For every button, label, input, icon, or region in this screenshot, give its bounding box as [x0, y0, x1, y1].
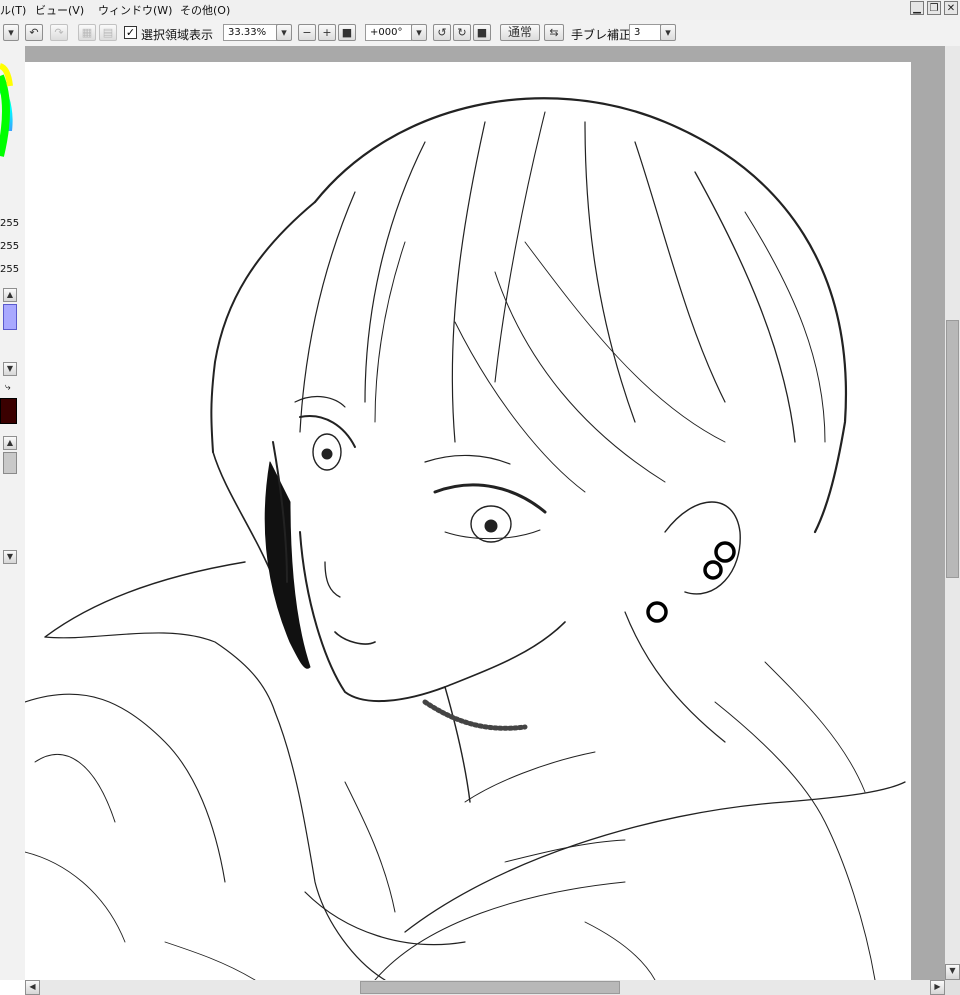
flip-icon: ⇆	[549, 26, 559, 39]
rotate-right-button[interactable]: ↻	[453, 24, 471, 41]
scroll-down-button-2[interactable]: ▼	[3, 550, 17, 564]
zoom-dropdown[interactable]: ▾	[276, 24, 292, 41]
menu-window[interactable]: ウィンドウ(W)	[98, 2, 172, 18]
menu-other[interactable]: その他(O)	[180, 2, 230, 18]
minimize-button[interactable]: ▁	[910, 1, 924, 15]
rotate-left-button[interactable]: ↺	[433, 24, 451, 41]
reset-icon: ■	[476, 26, 488, 39]
horizontal-scrollbar[interactable]: ◀ ▶	[25, 980, 945, 995]
up-arrow-icon: ▲	[6, 438, 14, 447]
up-arrow-icon: ▲	[6, 290, 14, 299]
down-arrow-icon: ▼	[949, 966, 956, 975]
toolbar: ▾ ↶ ↷ ▦ ▤ ✓ 選択領域表示 33.33% ▾ − + ■ +000° …	[0, 20, 960, 47]
rotate-right-icon: ↻	[457, 26, 467, 39]
drawing-canvas[interactable]	[24, 62, 911, 981]
rotation-field[interactable]: +000°	[365, 24, 412, 41]
menu-bar: ル(T) ビュー(V) ウィンドウ(W) その他(O) ▁ ❐ ✕	[0, 0, 960, 21]
stabilizer-label: 手ブレ補正	[571, 28, 632, 42]
vertical-scrollbar[interactable]: ▼	[945, 46, 960, 980]
workspace	[24, 46, 945, 981]
left-arrow-icon: ◀	[29, 982, 36, 991]
zoom-out-button[interactable]: −	[298, 24, 316, 41]
rotate-left-icon: ↺	[437, 26, 447, 39]
undo-button[interactable]: ↶	[25, 24, 43, 41]
show-selection-checkbox[interactable]: ✓	[124, 26, 137, 39]
invert-selection-button[interactable]: ▤	[99, 24, 117, 41]
scroll-thumb[interactable]	[3, 452, 17, 474]
primary-color-swatch[interactable]	[0, 398, 17, 424]
down-arrow-icon: ▼	[6, 364, 14, 373]
deselect-button[interactable]: ▦	[78, 24, 96, 41]
blue-value: 255	[0, 264, 20, 275]
swap-colors-icon[interactable]: ⤷	[5, 382, 11, 393]
right-arrow-icon: ▶	[934, 982, 941, 991]
flip-button[interactable]: ⇆	[544, 24, 564, 41]
minus-icon: −	[302, 26, 312, 39]
color-slider-thumb[interactable]	[3, 304, 17, 330]
chevron-down-icon: ▾	[665, 26, 671, 39]
close-button[interactable]: ✕	[944, 1, 958, 15]
zoom-field[interactable]: 33.33%	[223, 24, 278, 41]
invert-selection-icon: ▤	[102, 26, 114, 39]
menu-view[interactable]: ビュー(V)	[35, 2, 84, 18]
rotation-dropdown[interactable]: ▾	[411, 24, 427, 41]
restore-button[interactable]: ❐	[927, 1, 941, 15]
scroll-up-button[interactable]: ▲	[3, 288, 17, 302]
blend-mode-button[interactable]: 通常	[500, 24, 540, 41]
scroll-right-button[interactable]: ▶	[930, 980, 945, 995]
chevron-down-icon: ▾	[416, 26, 422, 39]
menu-tool[interactable]: ル(T)	[0, 2, 26, 18]
dropdown-icon[interactable]: ▾	[3, 24, 19, 41]
scrollbar-corner	[945, 980, 960, 995]
down-arrow-icon: ▼	[6, 552, 14, 561]
deselect-icon: ▦	[81, 26, 93, 39]
left-panel: 255 255 255 ▲ ▼ ⤷ ▲ ▼	[0, 46, 25, 980]
zoom-reset-button[interactable]: ■	[338, 24, 356, 41]
reset-icon: ■	[341, 26, 353, 39]
redo-button[interactable]: ↷	[50, 24, 68, 41]
undo-icon: ↶	[29, 26, 39, 39]
green-value: 255	[0, 241, 20, 252]
stabilizer-dropdown[interactable]: ▾	[660, 24, 676, 41]
line-art-drawing	[24, 97, 906, 981]
scroll-down-button[interactable]: ▼	[945, 964, 960, 980]
vertical-scroll-thumb[interactable]	[946, 320, 959, 578]
chevron-down-icon: ▾	[281, 26, 287, 39]
color-wheel[interactable]	[0, 46, 25, 186]
red-value: 255	[0, 218, 20, 229]
zoom-in-button[interactable]: +	[318, 24, 336, 41]
plus-icon: +	[322, 26, 332, 39]
redo-icon: ↷	[54, 26, 64, 39]
stabilizer-field[interactable]: 3	[629, 24, 661, 41]
scroll-left-button[interactable]: ◀	[25, 980, 40, 995]
rotation-reset-button[interactable]: ■	[473, 24, 491, 41]
scroll-up-button-2[interactable]: ▲	[3, 436, 17, 450]
show-selection-label: 選択領域表示	[141, 28, 214, 42]
horizontal-scroll-thumb[interactable]	[360, 981, 620, 994]
scroll-down-button[interactable]: ▼	[3, 362, 17, 376]
